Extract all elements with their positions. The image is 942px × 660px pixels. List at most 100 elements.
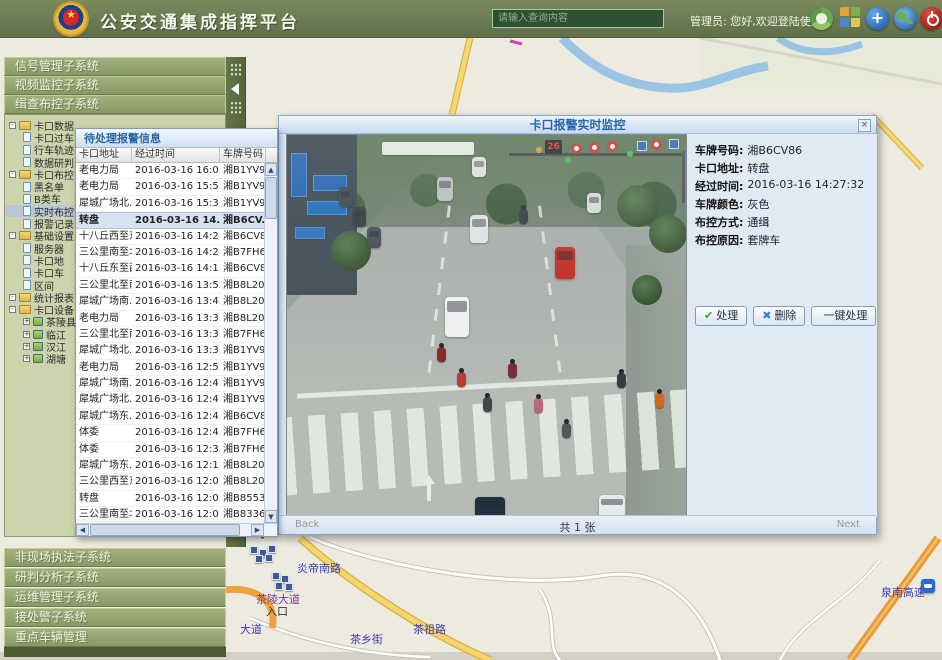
cell-time: 2016-03-16 13:5... (132, 278, 220, 293)
collapse-arrow-icon[interactable] (231, 83, 239, 95)
close-icon[interactable]: × (858, 119, 871, 132)
table-row[interactable]: 十八丘西至东 2016-03-16 14:2... 湘B6CV86 (76, 229, 277, 245)
car-shape (599, 495, 625, 517)
sidebar-item-offsite[interactable]: 非现场执法子系统 (4, 548, 226, 567)
search-input[interactable] (492, 9, 664, 28)
blue-sign (669, 139, 679, 149)
sidebar-item-video[interactable]: 视频监控子系统 (4, 76, 226, 95)
sidebar-item-keyvehicle[interactable]: 重点车辆管理 (4, 628, 226, 647)
camera-marker-cluster[interactable] (250, 538, 280, 564)
sidebar-item-checkcontrol[interactable]: 缉查布控子系统 (4, 95, 226, 114)
cell-time: 2016-03-16 13:3... (132, 327, 220, 342)
sidebar-item-signal[interactable]: 信号管理子系统 (4, 57, 226, 76)
map-road-label: 茶祖路 (413, 621, 446, 637)
table-row[interactable]: 犀城广场北... 2016-03-16 13:3... 湘B1YV96 (76, 343, 277, 359)
detail-value: 转盘 (747, 160, 769, 178)
next-button[interactable]: Next (837, 519, 860, 530)
cell-plate: 湘B83362 (220, 507, 266, 519)
traffic-sign (589, 142, 600, 153)
table-row[interactable]: 转盘 2016-03-16 12:0... 湘B8553G (76, 491, 277, 507)
table-row[interactable]: 犀城广场北... 2016-03-16 12:4... 湘B1YV96 (76, 392, 277, 408)
scroll-right-icon[interactable]: ▶ (251, 524, 264, 536)
tree-expander-icon[interactable] (9, 171, 16, 178)
map-road-label: 大道 (240, 621, 262, 637)
sidebar-item-analysis[interactable]: 研判分析子系统 (4, 568, 226, 587)
sidebar-item-ops[interactable]: 运维管理子系统 (4, 588, 226, 607)
globe-icon[interactable] (894, 7, 917, 30)
cell-address: 犀城广场北... (76, 343, 132, 358)
cell-plate: 湘B8L203 (220, 278, 266, 293)
tree-item-label: 黑名单 (34, 180, 64, 192)
table-row[interactable]: 体委 2016-03-16 12:3... 湘B7FH62 (76, 442, 277, 458)
scroll-left-icon[interactable]: ◀ (76, 524, 89, 536)
tree-node-icon (23, 268, 31, 278)
cell-address: 犀城广场东... (76, 458, 132, 473)
table-row[interactable]: 犀城广场东... 2016-03-16 12:4... 湘B6CV86 (76, 409, 277, 425)
cell-plate: 湘B1YV96 (220, 376, 266, 391)
camera-marker-cluster[interactable] (272, 572, 300, 596)
table-row[interactable]: 三公里西至东 2016-03-16 12:0... 湘B8L203 (76, 474, 277, 490)
table-row[interactable]: 犀城广场南... 2016-03-16 12:4... 湘B1YV96 (76, 376, 277, 392)
refresh-icon[interactable] (810, 7, 833, 30)
tree-expander-icon[interactable] (23, 318, 30, 325)
table-row[interactable]: 犀城广场北... 2016-03-16 15:3... 湘B1YV96 (76, 196, 277, 212)
scroll-up-icon[interactable]: ▲ (265, 163, 277, 176)
cell-plate: 湘B8L203 (220, 458, 266, 473)
table-row[interactable]: 三公里南至北 2016-03-16 12:0 湘B83362 (76, 507, 277, 519)
map-app-icon[interactable] (921, 579, 935, 593)
action-button[interactable]: 删除 (753, 306, 805, 326)
table-row[interactable]: 老电力局 2016-03-16 16:0... 湘B1YV96 (76, 163, 277, 179)
cell-time: 2016-03-16 16:0... (132, 163, 220, 178)
cell-time: 2016-03-16 12:0 (132, 507, 220, 519)
tree-item-label: 实时布控 (34, 205, 74, 217)
table-row[interactable]: 犀城广场南... 2016-03-16 13:4... 湘B8L203 (76, 294, 277, 310)
video-frame[interactable]: 26 (286, 134, 687, 517)
tree-expander-icon[interactable] (9, 232, 16, 239)
add-icon[interactable]: + (866, 7, 889, 30)
car-shape (472, 157, 486, 177)
apps-grid-icon[interactable] (840, 7, 860, 27)
action-button[interactable]: 一键处理 (811, 306, 876, 326)
button-label: 处理 (716, 307, 738, 325)
scrollbar-thumb[interactable] (265, 177, 277, 219)
table-row[interactable]: 老电力局 2016-03-16 12:5... 湘B1YV96 (76, 360, 277, 376)
power-icon[interactable] (920, 7, 942, 30)
table-row[interactable]: 犀城广场东... 2016-03-16 12:1... 湘B8L203 (76, 458, 277, 474)
sidebar-item-dispatch[interactable]: 接处警子系统 (4, 608, 226, 627)
tree-item-label: 统计报表 (34, 291, 74, 303)
tree-item-label: 卡口数据 (34, 119, 74, 131)
table-row[interactable]: 老电力局 2016-03-16 15:5... 湘B1YV96 (76, 179, 277, 195)
tree-expander-icon[interactable] (9, 294, 16, 301)
table-body: 老电力局 2016-03-16 16:0... 湘B1YV96 老电力局 201… (76, 158, 277, 519)
scroll-down-icon[interactable]: ▼ (265, 510, 277, 523)
table-row[interactable]: 三公里北至南 2016-03-16 13:5... 湘B8L203 (76, 278, 277, 294)
tree-expander-icon[interactable] (23, 331, 30, 338)
tree-expander-icon[interactable] (9, 122, 16, 129)
tree-expander-icon[interactable] (9, 306, 16, 313)
table-row[interactable]: 体委 2016-03-16 12:4... 湘B7FH62 (76, 425, 277, 441)
table-row[interactable]: 十八丘东至西 2016-03-16 14:1... 湘B6CV86 (76, 261, 277, 277)
car-shape (437, 177, 453, 201)
table-row[interactable]: 三公里北至南 2016-03-16 13:3... 湘B7FH62 (76, 327, 277, 343)
tree-expander-icon[interactable] (23, 343, 30, 350)
tree-node-icon (19, 305, 31, 314)
map-road-label: 泉南高速 (881, 584, 925, 600)
action-button[interactable]: 处理 (695, 306, 747, 326)
scrollbar-thumb[interactable] (90, 524, 240, 536)
tree-item-label: 湖塘 (46, 353, 66, 365)
table-row[interactable]: 转盘 2016-03-16 14... 湘B6CV... (76, 212, 277, 228)
cell-time: 2016-03-16 15:3... (132, 196, 220, 211)
cell-time: 2016-03-16 12:4... (132, 392, 220, 407)
horizontal-scrollbar[interactable]: ◀ ▶ (76, 523, 277, 536)
cell-address: 三公里北至南 (76, 327, 132, 342)
cell-address: 犀城广场北... (76, 392, 132, 407)
table-row[interactable]: 三公里南至北 2016-03-16 14:2... 湘B7FH62 (76, 245, 277, 261)
vertical-scrollbar[interactable]: ▲ ▼ (264, 163, 277, 523)
button-label: 一键处理 (823, 307, 867, 325)
window-title: 卡口报警实时监控 (279, 116, 876, 134)
detail-label: 卡口地址: (695, 160, 743, 178)
traffic-sign (651, 139, 662, 150)
cell-plate: 湘B7FH62 (220, 245, 266, 260)
tree-expander-icon[interactable] (23, 355, 30, 362)
table-row[interactable]: 老电力局 2016-03-16 13:3... 湘B8L203 (76, 311, 277, 327)
